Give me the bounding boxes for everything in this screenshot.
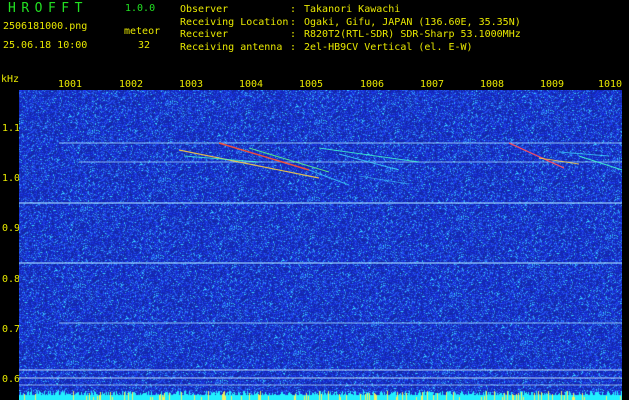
info-row-location: Receiving Location : Ogaki, Gifu, JAPAN … xyxy=(180,17,521,30)
x-tick-label: 1003 xyxy=(179,79,204,90)
y-axis-unit-label: kHz xyxy=(1,74,20,85)
info-value: Takanori Kawachi xyxy=(304,4,401,15)
y-tick-label: 0.6 xyxy=(2,374,21,385)
app-title: HROFFT xyxy=(8,1,88,16)
y-tick-label: 1.0 xyxy=(2,173,21,184)
hrofft-window: HROFFT 1.0.0 2506181000.png 25.06.18 10:… xyxy=(0,0,629,400)
station-info: Observer : Takanori Kawachi Receiving Lo… xyxy=(180,4,521,54)
y-tick-label: 0.8 xyxy=(2,274,21,285)
app-version: 1.0.0 xyxy=(125,3,156,14)
meteor-echo xyxy=(178,149,320,179)
info-key: Receiving Location xyxy=(180,16,289,28)
x-tick-label: 1005 xyxy=(299,79,324,90)
info-value: Ogaki, Gifu, JAPAN (136.60E, 35.35N) xyxy=(304,16,521,28)
meteor-echo xyxy=(578,155,622,171)
info-row-antenna: Receiving antenna : 2el-HB9CV Vertical (… xyxy=(180,42,521,55)
meteor-echo xyxy=(358,175,410,185)
x-tick-label: 1004 xyxy=(239,79,264,90)
info-value: R820T2(RTL-SDR) SDR-Sharp 53.1000MHz xyxy=(304,29,521,41)
info-separator: : xyxy=(290,29,297,41)
info-separator: : xyxy=(290,4,297,15)
meteor-echo xyxy=(183,155,260,163)
meteor-echo xyxy=(248,147,330,173)
y-tick-label: 0.9 xyxy=(2,223,21,234)
observation-datetime: 25.06.18 10:00 xyxy=(3,40,88,51)
info-separator: : xyxy=(290,41,297,53)
spectrogram-marks xyxy=(19,142,622,386)
x-tick-label: 1002 xyxy=(119,79,144,90)
x-tick-label: 1007 xyxy=(420,79,445,90)
meteor-count-value: 32 xyxy=(138,40,151,51)
info-value: 2el-HB9CV Vertical (el. E-W) xyxy=(304,41,473,53)
meteor-count-label: meteor xyxy=(124,26,161,37)
info-key: Receiving antenna xyxy=(180,41,283,53)
info-key: Observer xyxy=(180,4,229,15)
meteor-echo xyxy=(538,157,580,165)
x-tick-label: 1006 xyxy=(360,79,385,90)
x-tick-label: 1001 xyxy=(58,79,83,90)
info-row-receiver: Receiver : R820T2(RTL-SDR) SDR-Sharp 53.… xyxy=(180,29,521,42)
x-tick-label: 1009 xyxy=(540,79,565,90)
meteor-echo xyxy=(218,142,310,171)
info-key: Receiver xyxy=(180,29,229,41)
spectrogram-plot xyxy=(19,90,622,400)
info-separator: : xyxy=(290,16,297,28)
x-tick-label: 1010 xyxy=(598,79,623,90)
info-row-observer: Observer : Takanori Kawachi xyxy=(180,4,521,17)
y-tick-label: 1.1 xyxy=(2,123,21,134)
meteor-echo xyxy=(508,142,565,169)
meteor-echo xyxy=(558,151,610,157)
y-tick-label: 0.7 xyxy=(2,324,21,335)
image-filename: 2506181000.png xyxy=(3,21,88,32)
meteor-echo xyxy=(318,147,420,163)
x-tick-label: 1008 xyxy=(480,79,505,90)
